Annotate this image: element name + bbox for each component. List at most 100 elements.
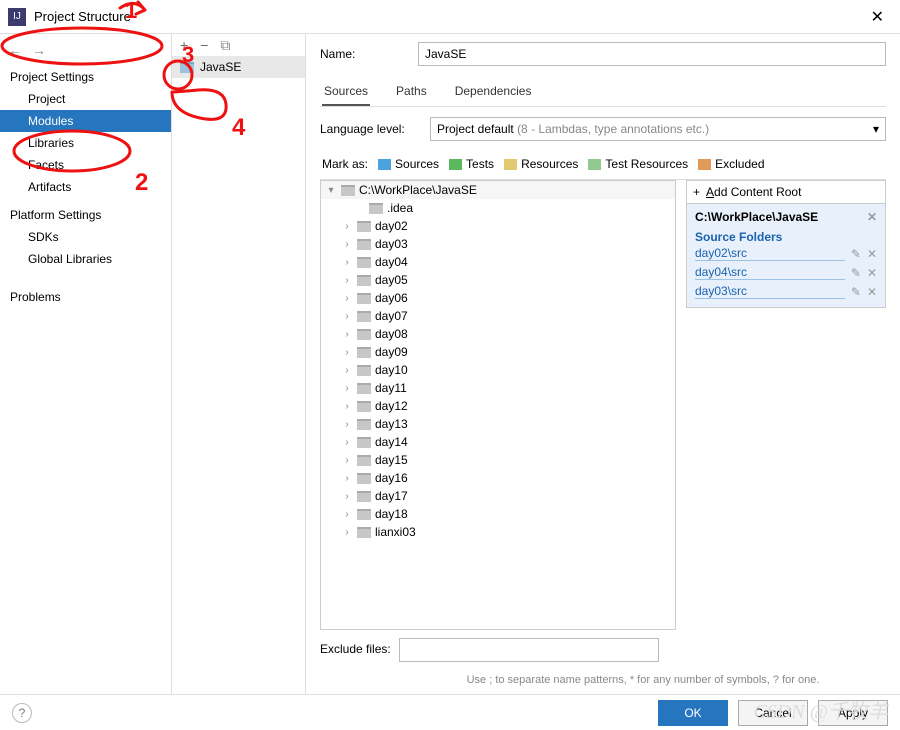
- nav-modules[interactable]: Modules: [0, 110, 171, 132]
- module-name-input[interactable]: [418, 42, 886, 66]
- tree-node-label: day10: [375, 363, 408, 377]
- tab-paths[interactable]: Paths: [394, 78, 429, 106]
- tree-node[interactable]: › day08: [321, 325, 675, 343]
- language-level-label: Language level:: [320, 122, 420, 136]
- remove-icon[interactable]: ✕: [867, 285, 877, 299]
- tab-sources[interactable]: Sources: [322, 78, 370, 106]
- module-item-javase[interactable]: JavaSE: [172, 56, 305, 78]
- mark-tests-button[interactable]: Tests: [449, 157, 494, 171]
- app-icon: IJ: [8, 8, 26, 26]
- exclude-hint: Use ; to separate name patterns, * for a…: [400, 670, 886, 686]
- source-folder-item[interactable]: day02\src ✎ ✕: [695, 244, 877, 263]
- tree-node[interactable]: › day10: [321, 361, 675, 379]
- source-folder-item[interactable]: day03\src ✎ ✕: [695, 282, 877, 301]
- remove-icon[interactable]: ✕: [867, 266, 877, 280]
- tree-node[interactable]: › day14: [321, 433, 675, 451]
- remove-icon[interactable]: ✕: [867, 247, 877, 261]
- nav-forward-button[interactable]: →: [32, 42, 46, 58]
- add-content-root-button[interactable]: + Add Add Content RootContent Root: [686, 180, 886, 203]
- tree-node[interactable]: › day13: [321, 415, 675, 433]
- folder-icon: [357, 293, 371, 304]
- window-title: Project Structure: [34, 9, 863, 24]
- tree-node[interactable]: › day18: [321, 505, 675, 523]
- remove-module-button[interactable]: −: [198, 37, 210, 53]
- cancel-button[interactable]: Cancel: [738, 700, 808, 726]
- content-root-path: C:\WorkPlace\JavaSE: [695, 210, 818, 224]
- nav-facets[interactable]: Facets: [0, 154, 171, 176]
- close-button[interactable]: ✕: [863, 3, 892, 31]
- tree-node-label: day14: [375, 435, 408, 449]
- tree-node-label: day17: [375, 489, 408, 503]
- excluded-swatch-icon: [698, 159, 711, 170]
- tree-node[interactable]: › day05: [321, 271, 675, 289]
- tree-node[interactable]: › day12: [321, 397, 675, 415]
- folder-icon: [357, 329, 371, 340]
- ok-button[interactable]: OK: [658, 700, 728, 726]
- sources-swatch-icon: [378, 159, 391, 170]
- name-label: Name:: [320, 47, 408, 61]
- tree-node[interactable]: › day16: [321, 469, 675, 487]
- tree-node[interactable]: › day03: [321, 235, 675, 253]
- tree-node[interactable]: › day09: [321, 343, 675, 361]
- mark-resources-button[interactable]: Resources: [504, 157, 578, 171]
- folder-icon: [357, 275, 371, 286]
- source-folder-item[interactable]: day04\src ✎ ✕: [695, 263, 877, 282]
- tree-root-row[interactable]: ▾ C:\WorkPlace\JavaSE: [321, 181, 675, 199]
- section-project-settings: Project Settings: [0, 60, 171, 88]
- tree-node[interactable]: › day17: [321, 487, 675, 505]
- help-button[interactable]: ?: [12, 703, 32, 723]
- source-folder-path: day04\src: [695, 265, 845, 280]
- tree-node[interactable]: › day11: [321, 379, 675, 397]
- tree-node-label: day02: [375, 219, 408, 233]
- exclude-files-label: Exclude files:: [320, 638, 391, 656]
- mark-excluded-button[interactable]: Excluded: [698, 157, 764, 171]
- edit-icon[interactable]: ✎: [851, 285, 861, 299]
- exclude-files-input[interactable]: [399, 638, 659, 662]
- tree-node[interactable]: .idea: [321, 199, 675, 217]
- nav-project[interactable]: Project: [0, 88, 171, 110]
- tree-node-label: day08: [375, 327, 408, 341]
- folder-icon: [357, 419, 371, 430]
- nav-problems[interactable]: Problems: [0, 286, 171, 308]
- folder-icon: [369, 203, 383, 214]
- tree-node[interactable]: › day07: [321, 307, 675, 325]
- content-tree[interactable]: ▾ C:\WorkPlace\JavaSE .idea › day02 › da…: [320, 180, 676, 630]
- nav-artifacts[interactable]: Artifacts: [0, 176, 171, 198]
- folder-icon: [357, 527, 371, 538]
- remove-content-root-button[interactable]: ✕: [867, 210, 877, 224]
- edit-icon[interactable]: ✎: [851, 247, 861, 261]
- tree-node[interactable]: › day06: [321, 289, 675, 307]
- tree-node[interactable]: › day15: [321, 451, 675, 469]
- module-item-label: JavaSE: [200, 60, 241, 74]
- folder-icon: [357, 257, 371, 268]
- edit-icon[interactable]: ✎: [851, 266, 861, 280]
- nav-libraries[interactable]: Libraries: [0, 132, 171, 154]
- language-level-dropdown[interactable]: Project default (8 - Lambdas, type annot…: [430, 117, 886, 141]
- tree-node-label: day05: [375, 273, 408, 287]
- folder-icon: [357, 473, 371, 484]
- apply-button[interactable]: Apply: [818, 700, 888, 726]
- tree-node[interactable]: › day02: [321, 217, 675, 235]
- language-level-hint: (8 - Lambdas, type annotations etc.): [517, 122, 709, 136]
- tree-node[interactable]: › day04: [321, 253, 675, 271]
- tree-node-label: day07: [375, 309, 408, 323]
- tree-node[interactable]: › lianxi03: [321, 523, 675, 541]
- nav-sdks[interactable]: SDKs: [0, 226, 171, 248]
- copy-module-button[interactable]: ⧉: [218, 37, 232, 54]
- folder-icon: [357, 365, 371, 376]
- source-folder-path: day02\src: [695, 246, 845, 261]
- source-folder-path: day03\src: [695, 284, 845, 299]
- nav-back-button[interactable]: ←: [8, 42, 22, 58]
- nav-global-libraries[interactable]: Global Libraries: [0, 248, 171, 270]
- module-editor: Name: Sources Paths Dependencies Languag…: [306, 34, 900, 694]
- mark-as-label: Mark as:: [322, 157, 368, 171]
- mark-test-resources-button[interactable]: Test Resources: [588, 157, 688, 171]
- add-module-button[interactable]: +: [178, 37, 190, 53]
- tree-node-label: day18: [375, 507, 408, 521]
- tree-root-label: C:\WorkPlace\JavaSE: [359, 183, 477, 197]
- mark-sources-button[interactable]: Sources: [378, 157, 439, 171]
- folder-icon: [357, 491, 371, 502]
- tab-dependencies[interactable]: Dependencies: [453, 78, 534, 106]
- folder-icon: [357, 509, 371, 520]
- tree-node-label: day04: [375, 255, 408, 269]
